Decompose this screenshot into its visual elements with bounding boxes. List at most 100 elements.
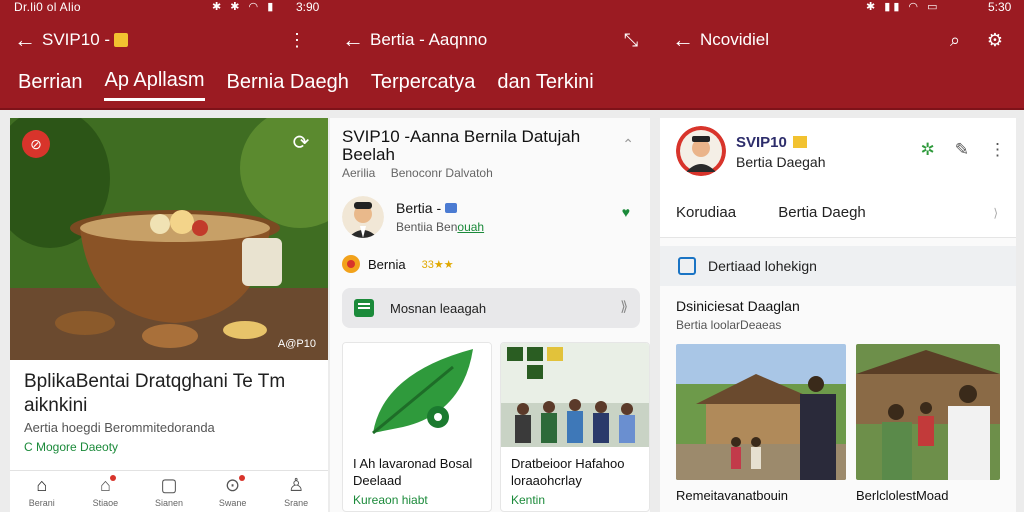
nav-label: Swane [218, 498, 247, 508]
section-header[interactable]: Dertiaad lohekign [660, 246, 1016, 286]
profile-tab-a[interactable]: Korudiaa [676, 204, 736, 221]
tab-berrian[interactable]: Berrian [18, 71, 82, 100]
bottom-navigation: ⌂ Berani ⌂ Stiaoe ▢ Sianen ⊙ Swane ♙ Sra… [10, 470, 328, 512]
photo-village-2[interactable] [856, 344, 1000, 480]
bookmark-icon: ▢ [160, 475, 178, 495]
nav-item-saved[interactable]: ▢ Sianen [137, 471, 201, 512]
nav-item-profile[interactable]: ♙ Srane [264, 471, 328, 512]
section-icon [678, 257, 696, 275]
profile-name: SVIP10 [736, 134, 807, 151]
back-arrow-icon[interactable]: ← [14, 27, 42, 53]
photo-village-1[interactable] [676, 344, 846, 480]
live-badge-icon[interactable]: ⊘ [22, 130, 50, 158]
profile-avatar[interactable] [676, 126, 726, 176]
article-subtitle: Aertia hoegdi Berommitedoranda [24, 420, 215, 435]
appbar-title-2: Bertia - Aaqnno [370, 30, 488, 49]
house-alert-icon: ⌂ [100, 475, 116, 497]
edit-icon[interactable]: ✎ [955, 140, 969, 160]
avatar [342, 196, 384, 238]
featured-article-panel: ⊘ ⟳ A@P10 BplikaBentai Dratqghani Te Tm … [10, 118, 328, 512]
back-arrow-icon[interactable]: ← [342, 27, 370, 53]
nav-label: Srane [284, 498, 309, 508]
nav-item-home[interactable]: ⌂ Berani [10, 471, 74, 512]
badge-icon [114, 33, 129, 47]
share-icon[interactable]: ⤡ [618, 30, 644, 51]
card-meta: Kureaon hiabt [353, 493, 428, 507]
article-source: C Mogore Daeoty [24, 440, 119, 454]
app-header: Dr.li0 ol Alio ✱ ✱ ◠ ▮ 3:90 ✱ ▮▮ ◠ ▭ 5:3… [0, 0, 1024, 110]
status-icons-right: ✱ ▮▮ ◠ ▭ [866, 1, 941, 13]
rating-badge-icon [342, 255, 360, 273]
refresh-icon[interactable]: ⟳ [288, 130, 314, 156]
appbar-pane-3: ← Ncovidiel ⌕ ⚙ [672, 24, 1012, 56]
badge-icon [792, 136, 807, 148]
news-card[interactable]: I Ah lavaronad Bosal Deelaad Kureaon hia… [342, 342, 492, 512]
heart-icon[interactable]: ♥ [622, 204, 630, 220]
card-meta: Kentin [511, 493, 546, 507]
back-arrow-icon[interactable]: ← [672, 27, 700, 53]
hero-credit: A@P10 [277, 338, 316, 350]
tab-bar: Berrian Ap Apllasm Bernia Daegh Terperca… [0, 64, 1024, 106]
list-title: Dsiniciesat Daaglan [676, 298, 800, 314]
app-subtitle: Aerilia Benoconr Dalvatoh [342, 166, 505, 180]
more-vert-icon[interactable]: ⋮ [284, 30, 310, 51]
status-carrier: Dr.li0 ol Alio [14, 0, 81, 14]
tab-aplikasi[interactable]: Ap Apllasm [104, 69, 205, 101]
search-icon[interactable]: ⌕ [942, 30, 968, 51]
group-photo-image [501, 343, 649, 447]
appbar-pane-1: ← SVIP10 - ⋮ [14, 24, 314, 56]
profile-tab-b[interactable]: Bertia Daegh [778, 204, 866, 221]
profile-actions: ✲ ✎ ⋮ [921, 140, 1007, 160]
rating-stars: 33★★ [421, 258, 454, 271]
hero-image[interactable]: ⊘ ⟳ A@P10 [10, 118, 328, 360]
header-divider [0, 108, 1024, 110]
app-title: SVIP10 -Aanna Bernila Datujah Beelah [342, 127, 581, 164]
gear-icon[interactable]: ✲ [921, 140, 935, 160]
status-icons-left: ✱ ✱ ◠ ▮ [212, 1, 277, 13]
open-app-button[interactable]: Mosnan leaagah ⟫ [342, 288, 640, 328]
appbar-title-1: SVIP10 - [42, 30, 129, 50]
news-card[interactable]: Dratbeioor Hafahoo loraaohcrlay Kentin [500, 342, 650, 512]
appbar-pane-2: ← Bertia - Aaqnno ⤡ [342, 24, 642, 56]
bowl-illustration [10, 118, 328, 360]
location-icon: ⊙ [225, 475, 246, 497]
author-handle: Bentiia Benouah [396, 220, 485, 234]
status-bar: Dr.li0 ol Alio ✱ ✱ ◠ ▮ 3:90 ✱ ▮▮ ◠ ▭ 5:3… [0, 0, 1024, 16]
section-label: Dertiaad lohekign [708, 258, 817, 274]
arrow-icon: ⟫ [620, 298, 628, 314]
status-time-right: 5:30 [988, 0, 1012, 14]
app-detail-panel: SVIP10 -Aanna Bernila Datujah Beelah ⌃ A… [330, 118, 650, 512]
profile-tabs: Korudiaa Bertia Daegh [676, 204, 904, 221]
app-category: Aerilia [342, 166, 376, 180]
profile-panel: SVIP10 Bertia Daegah ✲ ✎ ⋮ Korudiaa Bert… [660, 118, 1016, 512]
author-row[interactable]: Bertia - Bentiia Benouah ♥ [342, 196, 638, 242]
home-icon: ⌂ [36, 475, 48, 495]
news-icon [354, 299, 374, 317]
photo-caption: Remeitavanatbouin [676, 488, 789, 503]
more-vert-icon[interactable]: ⋮ [989, 140, 1006, 160]
profile-subtitle: Bertia Daegah [736, 154, 826, 170]
verified-tag-icon [445, 203, 458, 213]
nav-item-alerts[interactable]: ⌂ Stiaoe [74, 471, 138, 512]
rating-row: Bernia 33★★ [342, 254, 454, 274]
card-title: Dratbeioor Hafahoo loraaohcrlay [511, 456, 625, 488]
article-headline[interactable]: BplikaBentai Dratqghani Te Tm aiknkini [24, 370, 324, 418]
app-publisher: Benoconr Dalvatoh [390, 166, 493, 180]
nav-label: Berani [28, 498, 55, 508]
card-title: I Ah lavaronad Bosal Deelaad [353, 456, 473, 488]
nav-item-location[interactable]: ⊙ Swane [201, 471, 265, 512]
author-name: Bertia - [396, 200, 458, 216]
cta-label: Mosnan leaagah [390, 300, 487, 316]
settings-icon[interactable]: ⚙ [982, 30, 1008, 51]
nav-label: Sianen [154, 498, 183, 508]
photo-caption: BerlclolestMoad [856, 488, 949, 503]
nav-label: Stiaoe [92, 498, 119, 508]
chevron-icon[interactable]: ⟩ [993, 206, 998, 220]
collapse-icon[interactable]: ⌃ [622, 136, 634, 153]
tab-terkini[interactable]: dan Terkini [497, 71, 593, 100]
tab-berita-daerah[interactable]: Bernia Daegh [227, 71, 349, 100]
rating-label: Bernia [368, 256, 406, 272]
leaf-logo-image [343, 343, 491, 447]
tab-terpercaya[interactable]: Terpercatya [371, 71, 476, 100]
profile-icon: ♙ [288, 475, 305, 495]
